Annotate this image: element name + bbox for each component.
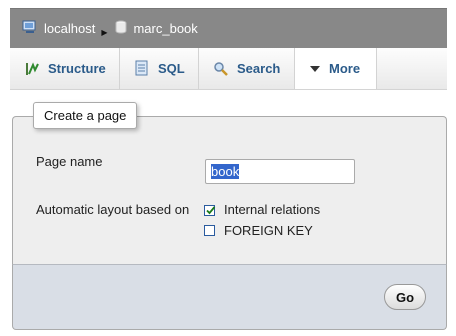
server-label: localhost <box>44 21 96 36</box>
checkmark-icon <box>206 206 216 215</box>
internal-relations-label[interactable]: Internal relations <box>224 202 320 217</box>
tab-more-label: More <box>329 61 361 76</box>
tab-sql-label: SQL <box>158 61 185 76</box>
breadcrumb-separator-icon: ▶ <box>101 28 108 37</box>
database-label: marc_book <box>133 21 198 36</box>
internal-relations-checkbox[interactable] <box>204 205 216 216</box>
breadcrumb-server[interactable]: localhost <box>22 20 95 37</box>
sql-icon <box>134 60 150 77</box>
tab-structure-label: Structure <box>48 61 106 76</box>
breadcrumb: localhost ▶ marc_book <box>10 8 447 48</box>
tab-search[interactable]: Search <box>199 48 295 89</box>
page-name-value: book <box>211 164 240 179</box>
tab-search-label: Search <box>237 61 281 76</box>
server-icon <box>22 20 38 37</box>
structure-icon <box>24 61 40 77</box>
tab-bar: Structure SQL Search More <box>10 48 447 90</box>
page-name-input[interactable]: book <box>205 159 355 184</box>
page-name-label: Page name <box>36 154 103 169</box>
search-icon <box>213 61 229 77</box>
chevron-down-icon <box>309 64 321 74</box>
foreign-key-label[interactable]: FOREIGN KEY <box>224 223 313 238</box>
database-icon <box>115 20 127 37</box>
fieldset-legend: Create a page <box>33 102 138 129</box>
foreign-key-checkbox[interactable] <box>204 225 215 236</box>
layout-label: Automatic layout based on <box>36 202 190 217</box>
create-page-fieldset <box>12 116 447 264</box>
tab-structure[interactable]: Structure <box>10 48 120 89</box>
breadcrumb-database[interactable]: marc_book <box>115 20 198 37</box>
tab-sql[interactable]: SQL <box>120 48 199 89</box>
form-footer <box>12 264 447 330</box>
go-button[interactable]: Go <box>384 284 426 310</box>
tab-more[interactable]: More <box>295 48 377 89</box>
